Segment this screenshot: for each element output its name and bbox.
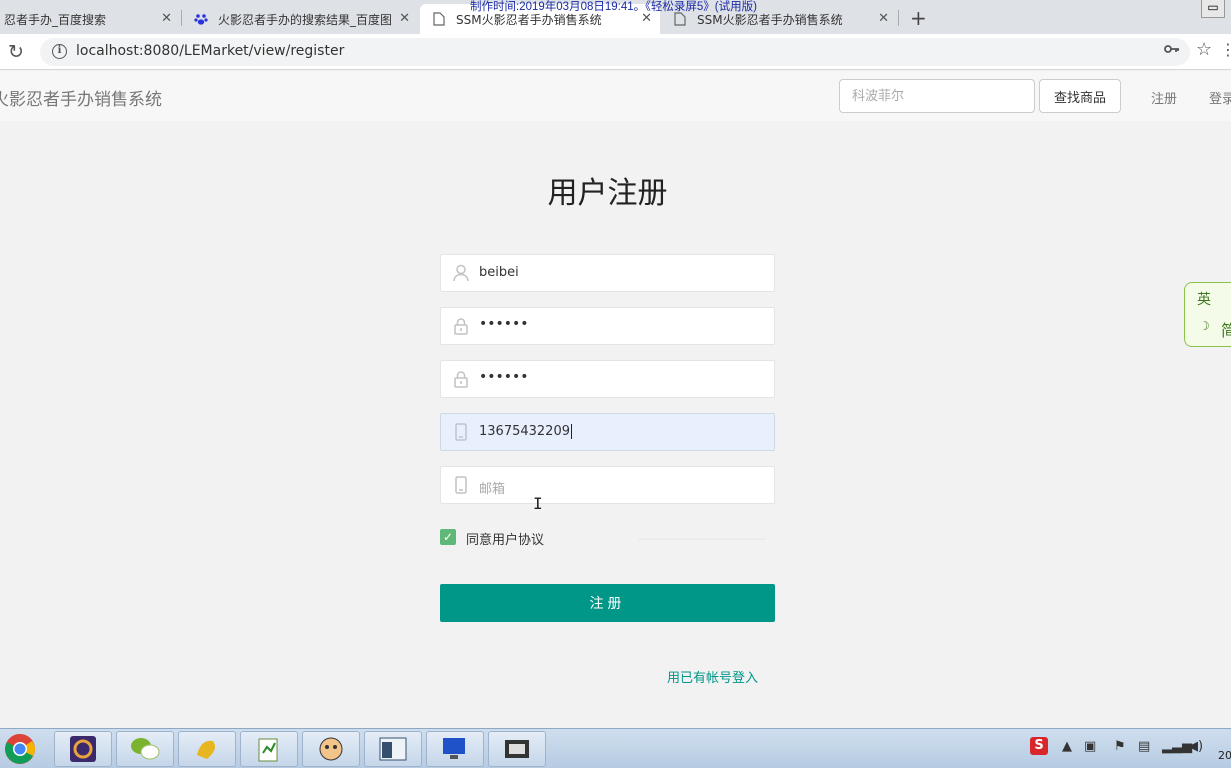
- address-bar: ↻ i localhost:8080/LEMarket/view/registe…: [0, 34, 1231, 70]
- sogou-ime-icon[interactable]: S: [1030, 737, 1048, 755]
- ime-side-widget[interactable]: 英 ☽ 简: [1184, 282, 1231, 347]
- agree-label[interactable]: 同意用户协议: [466, 529, 544, 548]
- reload-icon[interactable]: ↻: [8, 41, 24, 63]
- site-brand[interactable]: 火影忍者手办销售系统: [0, 85, 162, 110]
- user-icon: [453, 264, 469, 282]
- username-value: beibei: [479, 265, 519, 280]
- moon-icon[interactable]: ☽: [1199, 319, 1210, 333]
- close-icon[interactable]: ✕: [878, 11, 889, 26]
- window-app-icon[interactable]: [364, 731, 422, 767]
- recording-watermark: 制作时间:2019年03月08日19:41。《轻松录屏5》(试用版): [470, 1, 757, 13]
- agree-checkbox[interactable]: ✓: [440, 529, 456, 545]
- page-icon: [432, 12, 446, 26]
- cartoon-app-icon[interactable]: [302, 731, 360, 767]
- search-button[interactable]: 查找商品: [1039, 79, 1121, 113]
- phone-value: 13675432209: [479, 424, 572, 439]
- browser-tab[interactable]: 忍者手办_百度搜索 ✕: [0, 4, 180, 34]
- wechat-icon[interactable]: [116, 731, 174, 767]
- site-navbar: 火影忍者手办销售系统 查找商品 注册 登录: [0, 71, 1231, 121]
- close-icon[interactable]: ✕: [399, 11, 410, 26]
- volume-icon[interactable]: ◀): [1188, 739, 1203, 754]
- phone-icon: [455, 476, 467, 494]
- password-field[interactable]: ••••••: [440, 307, 775, 345]
- tray-app-icon[interactable]: ▣: [1084, 739, 1096, 754]
- omnibox[interactable]: i localhost:8080/LEMarket/view/register: [40, 38, 1190, 66]
- monitor-app-icon[interactable]: [426, 731, 484, 767]
- username-field[interactable]: beibei: [440, 254, 775, 292]
- javaee-ide-icon[interactable]: [54, 731, 112, 767]
- email-placeholder: 邮箱: [479, 482, 506, 497]
- tray-flag-icon[interactable]: ⚑: [1114, 739, 1126, 754]
- confirm-password-field[interactable]: ••••••: [440, 360, 775, 398]
- phone-icon: [455, 423, 467, 441]
- minimize-button[interactable]: ▭: [1201, 0, 1225, 18]
- ime-script-label[interactable]: 简: [1221, 317, 1231, 341]
- page-title: 用户注册: [547, 176, 668, 211]
- info-icon[interactable]: i: [52, 44, 67, 59]
- new-tab-button[interactable]: +: [910, 6, 927, 30]
- browser-menu-icon[interactable]: ⋮: [1220, 40, 1231, 59]
- ime-mode-label[interactable]: 英: [1197, 289, 1211, 309]
- existing-account-login-link[interactable]: 用已有帐号登入: [667, 667, 758, 686]
- paw-icon: [194, 12, 208, 26]
- password-value: ••••••: [479, 316, 529, 332]
- nav-register-link[interactable]: 注册: [1151, 88, 1177, 107]
- tab-title: 火影忍者手办的搜索结果_百度图: [218, 12, 393, 27]
- phone-field[interactable]: 13675432209: [440, 413, 775, 451]
- register-button[interactable]: 注册: [440, 584, 775, 622]
- notepad-icon[interactable]: [240, 731, 298, 767]
- chrome-icon[interactable]: [4, 733, 38, 767]
- bookmark-star-icon[interactable]: ☆: [1196, 39, 1212, 60]
- confirm-password-value: ••••••: [479, 369, 529, 385]
- nav-login-link[interactable]: 登录: [1209, 88, 1231, 107]
- page-icon: [673, 12, 687, 26]
- clock[interactable]: 20: [1218, 749, 1231, 762]
- lock-icon: [454, 318, 468, 335]
- search-input[interactable]: [839, 79, 1035, 113]
- email-field[interactable]: 邮箱: [440, 466, 775, 504]
- app-icon[interactable]: [178, 731, 236, 767]
- url-text[interactable]: localhost:8080/LEMarket/view/register: [76, 43, 344, 59]
- lock-icon: [454, 371, 468, 388]
- os-taskbar: S ▲ ▣ ⚑ ▤ ▂▃▅ ◀) 20: [0, 728, 1231, 768]
- divider: [638, 538, 766, 540]
- recorder-app-icon[interactable]: [488, 731, 546, 767]
- key-icon[interactable]: [1164, 43, 1180, 59]
- mouse-text-cursor: I: [533, 494, 543, 513]
- close-icon[interactable]: ✕: [161, 11, 172, 26]
- tab-title: 忍者手办_百度搜索: [4, 12, 107, 27]
- browser-tab-bar: 忍者手办_百度搜索 ✕ 火影忍者手办的搜索结果_百度图 ✕ SSM火影忍者手办销…: [0, 0, 1231, 34]
- show-hidden-icons-icon[interactable]: ▲: [1062, 739, 1072, 754]
- tray-device-icon[interactable]: ▤: [1138, 739, 1150, 754]
- browser-tab[interactable]: 火影忍者手办的搜索结果_百度图 ✕: [182, 4, 418, 34]
